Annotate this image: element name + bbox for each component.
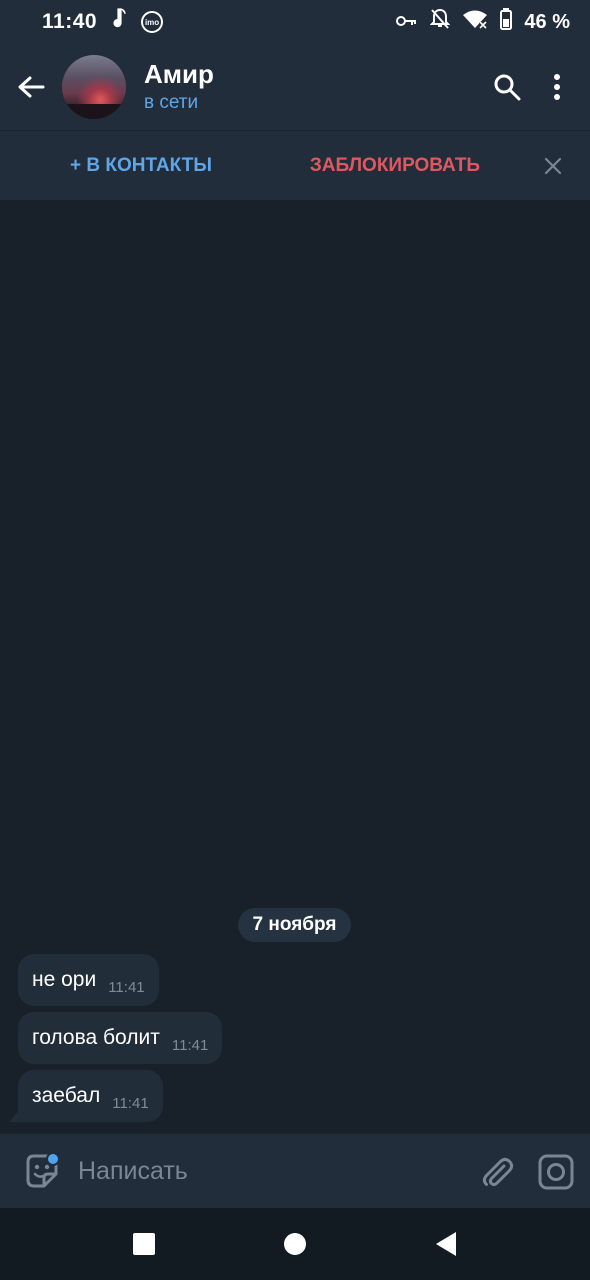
avatar[interactable] bbox=[62, 55, 126, 119]
peer-status: в сети bbox=[144, 92, 199, 113]
peer-name: Амир bbox=[144, 59, 214, 89]
message-composer bbox=[0, 1134, 590, 1208]
back-nav-button[interactable] bbox=[432, 1230, 460, 1258]
message-input[interactable] bbox=[78, 1151, 458, 1191]
circle-icon bbox=[284, 1233, 306, 1255]
block-user-button[interactable]: ЗАБЛОКИРОВАТЬ bbox=[282, 131, 508, 201]
telegram-chat-screen: 11:40 imo 46 % Амир в сети + В КОНТАКТЫ … bbox=[0, 0, 590, 1280]
imo-notification-icon: imo bbox=[141, 11, 164, 33]
message-text: заебал bbox=[32, 1084, 101, 1107]
message-text: не ори bbox=[32, 968, 97, 991]
search-button[interactable] bbox=[482, 57, 532, 117]
music-note-icon bbox=[111, 8, 127, 36]
home-button[interactable] bbox=[281, 1230, 309, 1258]
header-actions bbox=[482, 57, 590, 117]
date-separator: 7 ноября bbox=[238, 908, 351, 942]
close-action-bar-button[interactable] bbox=[538, 151, 568, 181]
message-text: голова болит bbox=[32, 1026, 160, 1049]
status-left: 11:40 imo bbox=[42, 8, 164, 36]
attach-button[interactable] bbox=[476, 1152, 516, 1192]
arrow-back-icon bbox=[18, 76, 45, 98]
more-menu-button[interactable] bbox=[532, 57, 582, 117]
close-icon bbox=[544, 157, 562, 174]
wifi-icon bbox=[462, 9, 488, 35]
paperclip-icon bbox=[482, 1157, 514, 1187]
contact-action-bar: + В КОНТАКТЫ ЗАБЛОКИРОВАТЬ bbox=[0, 130, 590, 200]
search-icon bbox=[494, 74, 521, 101]
message-bubble[interactable]: заебал 11:41 bbox=[18, 1070, 163, 1122]
message-bubble[interactable]: не ори 11:41 bbox=[18, 954, 159, 1006]
status-right: 46 % bbox=[396, 8, 570, 36]
square-icon bbox=[133, 1233, 155, 1255]
muted-bell-icon bbox=[429, 8, 451, 36]
add-contact-button[interactable]: + В КОНТАКТЫ bbox=[0, 131, 282, 201]
system-nav-bar bbox=[0, 1208, 590, 1280]
new-sticker-badge bbox=[46, 1152, 60, 1166]
vpn-key-icon bbox=[396, 10, 418, 34]
chat-header: Амир в сети bbox=[0, 44, 590, 130]
status-time: 11:40 bbox=[42, 10, 98, 33]
message-list[interactable]: 7 ноября не ори 11:41 голова болит 11:41… bbox=[0, 200, 590, 1134]
camera-button[interactable] bbox=[536, 1152, 576, 1192]
more-vertical-icon bbox=[554, 74, 560, 100]
peer-info[interactable]: Амир в сети bbox=[144, 58, 214, 116]
message-time: 11:41 bbox=[171, 1037, 209, 1054]
triangle-back-icon bbox=[436, 1232, 456, 1256]
message-time: 11:41 bbox=[112, 1095, 149, 1112]
battery-percent: 46 % bbox=[524, 10, 570, 33]
camera-icon bbox=[538, 1154, 574, 1190]
recents-button[interactable] bbox=[130, 1230, 158, 1258]
message-bubble[interactable]: голова болит 11:41 bbox=[18, 1012, 223, 1064]
back-button[interactable] bbox=[0, 44, 62, 130]
status-bar: 11:40 imo 46 % bbox=[0, 0, 590, 44]
battery-icon bbox=[500, 8, 513, 36]
message-time: 11:41 bbox=[108, 979, 145, 996]
